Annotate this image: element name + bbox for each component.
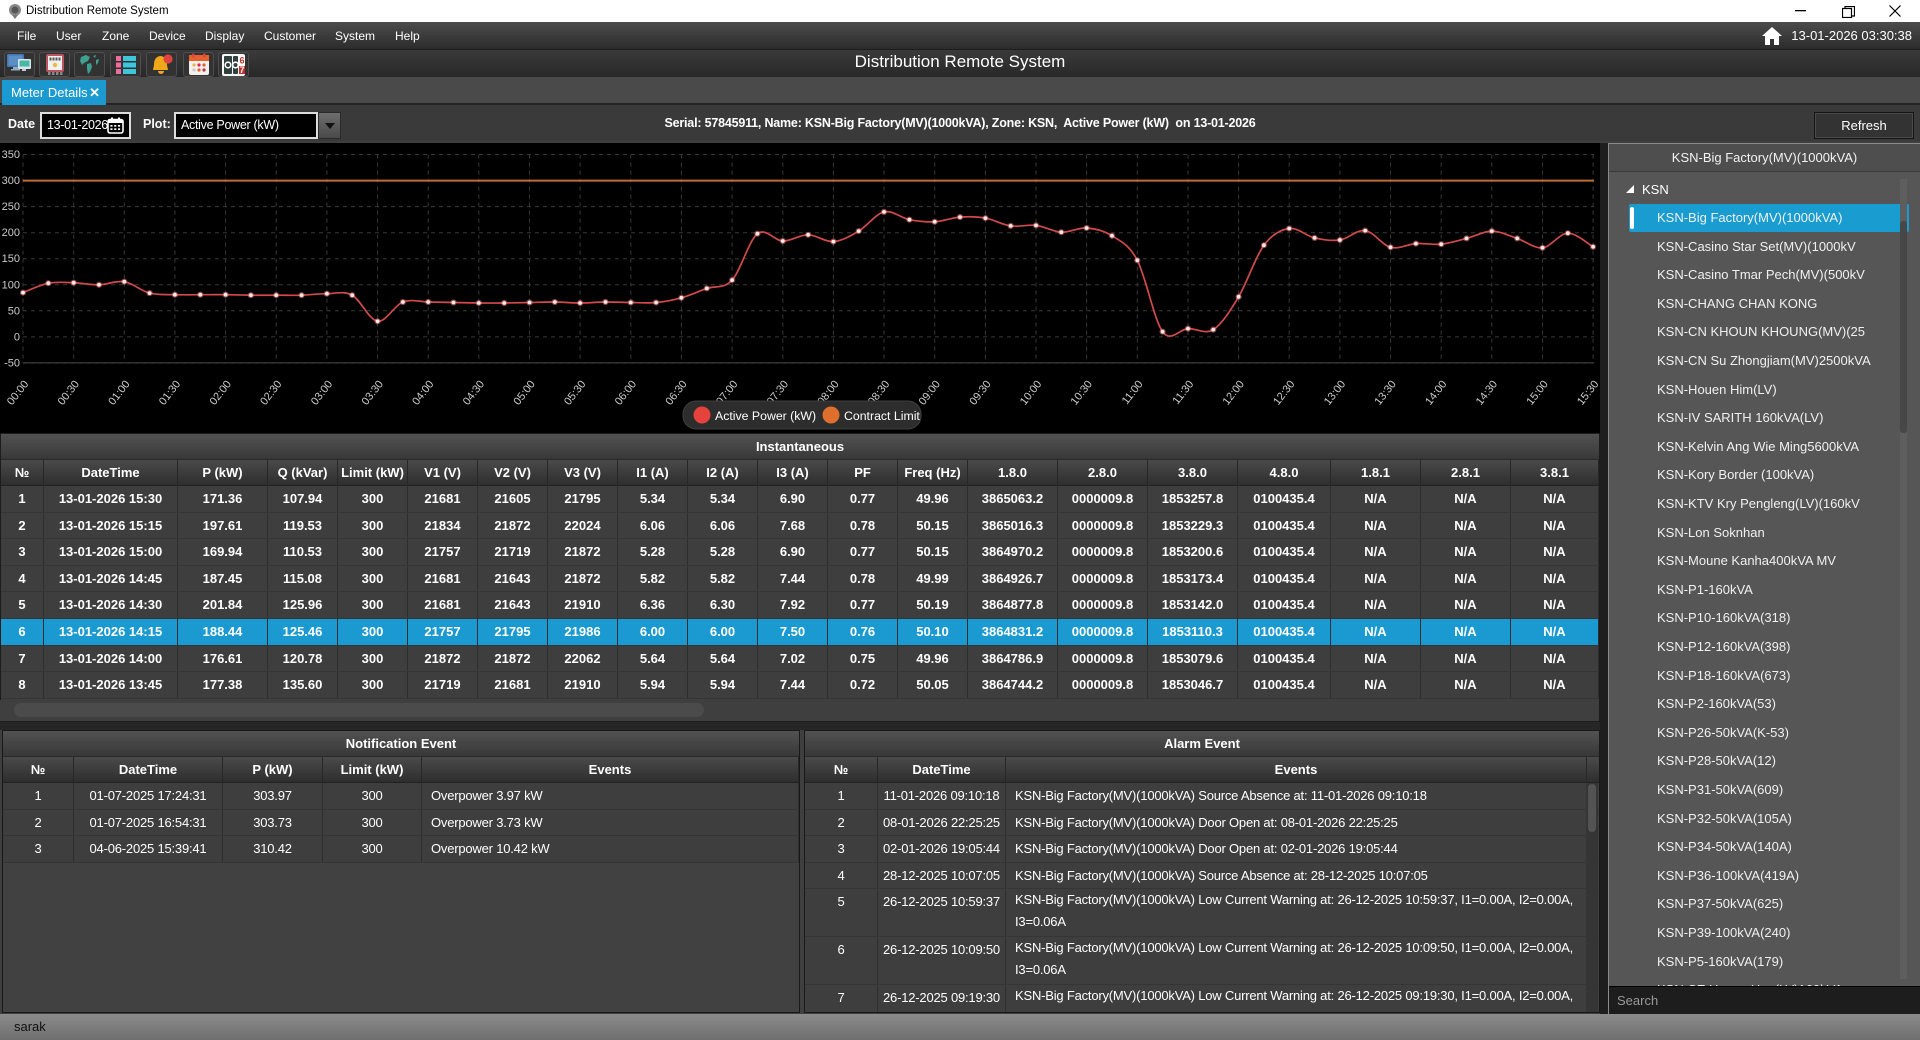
svg-text:0: 0: [14, 331, 20, 343]
svg-text:06:00: 06:00: [613, 378, 639, 407]
svg-text:100: 100: [2, 279, 20, 291]
svg-text:01:00: 01:00: [106, 378, 132, 407]
svg-text:Contract Limit: Contract Limit: [844, 409, 920, 423]
svg-text:15:30: 15:30: [1575, 378, 1600, 407]
svg-text:09:30: 09:30: [967, 378, 993, 407]
svg-text:300: 300: [2, 175, 20, 187]
svg-text:03:00: 03:00: [309, 378, 335, 407]
svg-text:15:00: 15:00: [1524, 378, 1550, 407]
svg-text:04:00: 04:00: [410, 378, 436, 407]
svg-text:350: 350: [2, 149, 20, 161]
svg-text:13:30: 13:30: [1372, 378, 1398, 407]
svg-text:11:00: 11:00: [1120, 378, 1146, 406]
svg-text:-50: -50: [4, 357, 20, 369]
svg-text:13:00: 13:00: [1322, 378, 1348, 407]
svg-text:Active Power (kW): Active Power (kW): [715, 409, 816, 423]
svg-text:01:30: 01:30: [157, 378, 183, 407]
svg-text:09:00: 09:00: [917, 378, 943, 407]
svg-text:05:30: 05:30: [562, 378, 588, 407]
svg-text:06:30: 06:30: [663, 378, 689, 407]
svg-text:10:00: 10:00: [1018, 378, 1044, 407]
svg-text:00:00: 00:00: [5, 378, 31, 407]
svg-text:10:30: 10:30: [1069, 378, 1095, 407]
svg-text:14:30: 14:30: [1474, 378, 1500, 407]
svg-text:50: 50: [8, 305, 20, 317]
svg-text:02:00: 02:00: [208, 378, 234, 407]
svg-text:05:00: 05:00: [511, 378, 537, 407]
svg-text:11:30: 11:30: [1170, 378, 1196, 406]
svg-text:04:30: 04:30: [461, 378, 487, 407]
svg-text:250: 250: [2, 201, 20, 213]
svg-text:02:30: 02:30: [258, 378, 284, 407]
svg-text:00:30: 00:30: [56, 378, 82, 407]
svg-text:12:30: 12:30: [1271, 378, 1297, 407]
svg-text:03:30: 03:30: [360, 378, 386, 407]
svg-text:150: 150: [2, 253, 20, 265]
svg-text:200: 200: [2, 227, 20, 239]
svg-text:12:00: 12:00: [1221, 378, 1247, 407]
svg-text:14:00: 14:00: [1423, 378, 1449, 407]
